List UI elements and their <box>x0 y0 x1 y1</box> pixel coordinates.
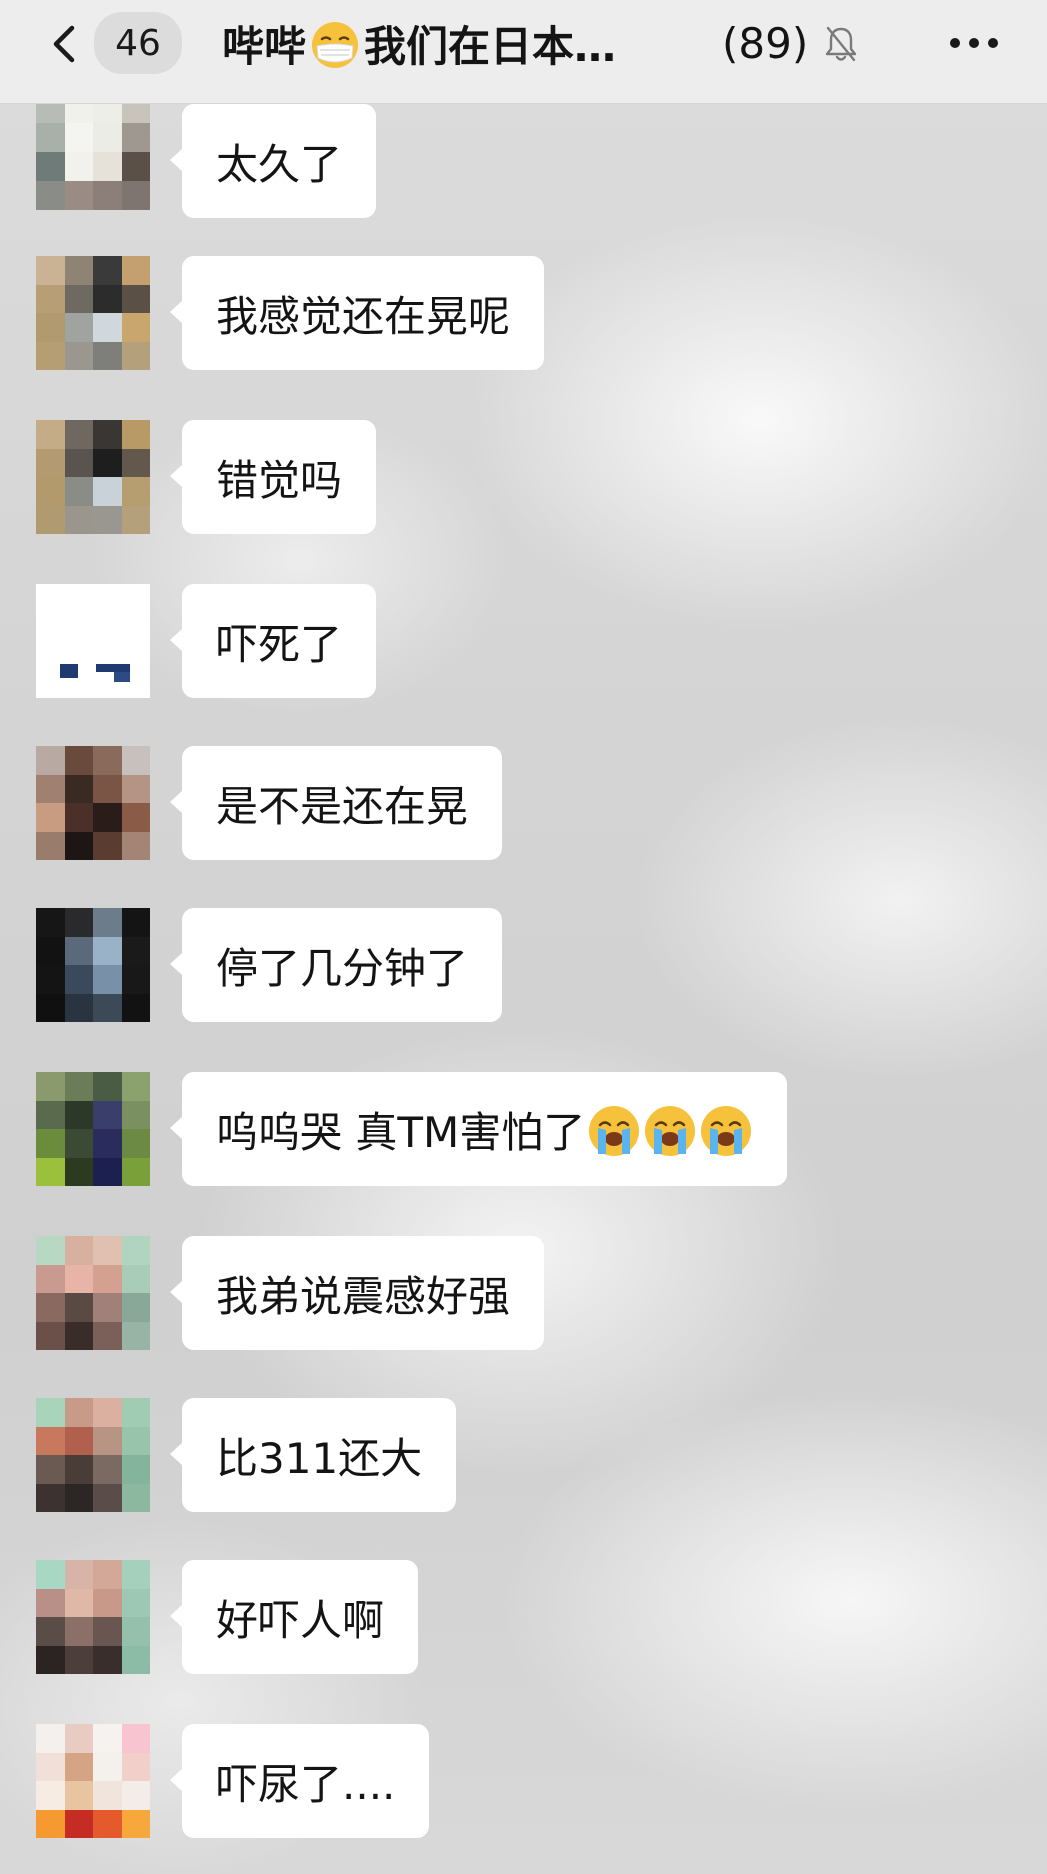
chevron-left-icon[interactable] <box>46 22 86 66</box>
message-bubble[interactable]: 是不是还在晃 <box>169 746 503 860</box>
message-bubble[interactable]: 比311还大 <box>169 1398 457 1512</box>
message-bubble[interactable]: 我感觉还在晃呢 <box>169 256 545 370</box>
message-row: 呜呜哭 真TM害怕了 <box>0 1072 1047 1188</box>
chat-title[interactable]: 哔哔 我们在日本… <box>222 12 616 74</box>
message-bubble[interactable]: 呜呜哭 真TM害怕了 <box>169 1072 788 1186</box>
avatar[interactable] <box>36 1560 150 1674</box>
avatar[interactable] <box>36 94 150 210</box>
loudly-crying-face-emoji <box>645 1106 696 1156</box>
more-dots-icon[interactable] <box>948 36 1000 50</box>
message-bubble[interactable]: 吓尿了.... <box>169 1724 430 1838</box>
message-bubble[interactable]: 吓死了 <box>169 584 377 698</box>
avatar[interactable] <box>36 1398 150 1512</box>
avatar[interactable] <box>36 584 150 698</box>
loudly-crying-face-emoji <box>589 1106 640 1156</box>
avatar[interactable] <box>36 1724 150 1838</box>
message-bubble[interactable]: 我弟说震感好强 <box>169 1236 545 1350</box>
message-row: 是不是还在晃 <box>0 746 1047 862</box>
message-row: 好吓人啊 <box>0 1560 1047 1676</box>
message-row: 比311还大 <box>0 1398 1047 1514</box>
message-row: 我弟说震感好强 <box>0 1236 1047 1352</box>
message-row: 太久了 <box>0 94 1047 218</box>
avatar[interactable] <box>36 908 150 1022</box>
unread-count-badge[interactable]: 46 <box>94 12 182 74</box>
face-with-medical-mask-emoji <box>312 22 359 68</box>
chat-title-text: 我们在日本… <box>364 21 617 71</box>
message-row: 我感觉还在晃呢 <box>0 256 1047 372</box>
message-row: 吓尿了.... <box>0 1724 1047 1840</box>
message-bubble[interactable]: 好吓人啊 <box>169 1560 419 1674</box>
message-bubble[interactable]: 停了几分钟了 <box>169 908 503 1022</box>
message-text: 呜呜哭 真TM害怕了 <box>216 1107 586 1157</box>
avatar[interactable] <box>36 1072 150 1186</box>
avatar-mark <box>114 672 130 682</box>
bell-off-icon <box>825 26 857 62</box>
member-count: (89) <box>722 18 809 68</box>
message-row: 错觉吗 <box>0 420 1047 536</box>
avatar[interactable] <box>36 1236 150 1350</box>
chat-title-prefix: 哔哔 <box>222 21 307 71</box>
avatar-mark <box>60 664 78 678</box>
loudly-crying-face-emoji <box>701 1106 752 1156</box>
chat-header: 46 哔哔 我们在日本… (89) <box>0 0 1047 104</box>
avatar[interactable] <box>36 420 150 534</box>
avatar-mark <box>96 664 130 672</box>
message-row: 吓死了 <box>0 584 1047 700</box>
avatar[interactable] <box>36 746 150 860</box>
avatar[interactable] <box>36 256 150 370</box>
message-bubble[interactable]: 错觉吗 <box>169 420 377 534</box>
message-row: 停了几分钟了 <box>0 908 1047 1024</box>
message-bubble[interactable]: 太久了 <box>169 104 377 218</box>
